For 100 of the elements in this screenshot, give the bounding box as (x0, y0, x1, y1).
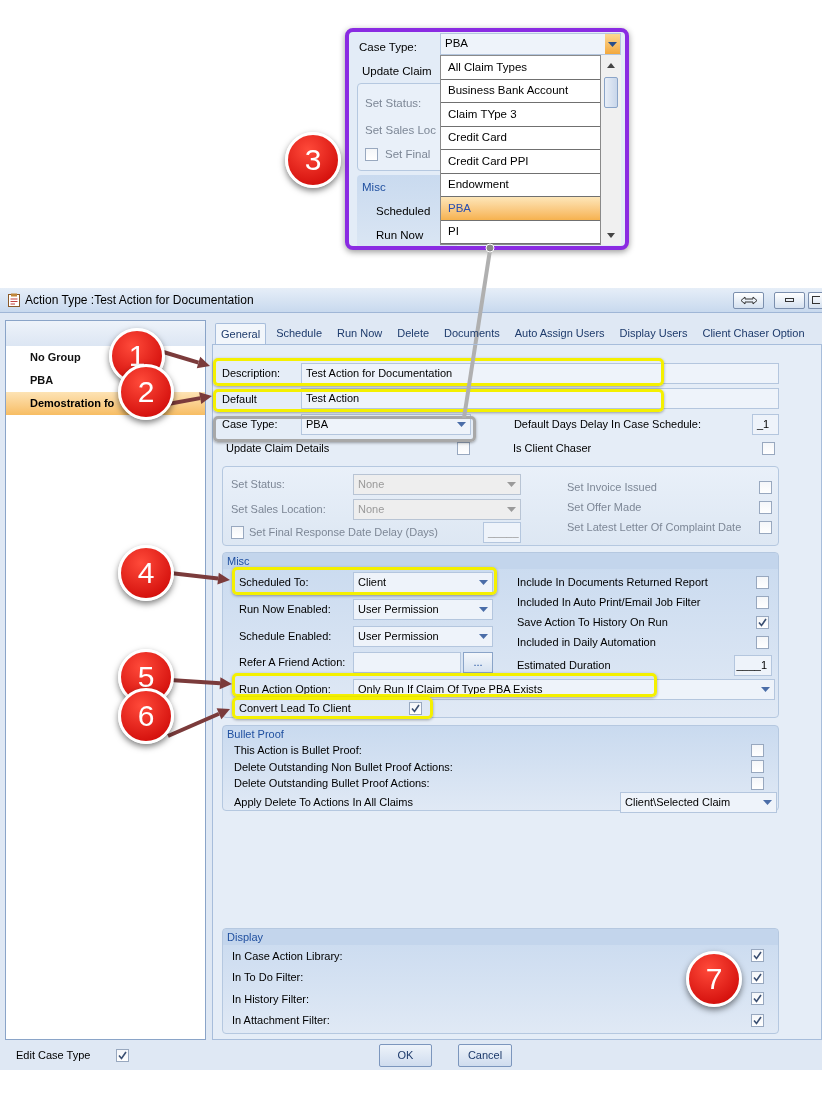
field-label: Run Now (376, 228, 424, 243)
dropdown-arrow-button[interactable] (605, 34, 620, 54)
group-title: Display (227, 929, 264, 945)
browse-button[interactable]: ... (463, 652, 493, 673)
field-label: Save Action To History On Run (517, 614, 669, 630)
field-label: Description: (222, 366, 282, 382)
check-icon (758, 617, 767, 627)
ok-button[interactable]: OK (379, 1043, 432, 1067)
text-field[interactable]: Test Action (301, 388, 779, 409)
tab[interactable]: Documents (439, 323, 505, 344)
checkbox[interactable] (751, 949, 764, 963)
scrollbar[interactable] (601, 55, 621, 245)
group-title: Misc (362, 180, 386, 195)
checkbox[interactable] (756, 595, 769, 609)
field-label: Estimated Duration (517, 658, 612, 674)
check-icon (118, 1050, 127, 1060)
caret-icon (457, 422, 466, 427)
checkbox[interactable] (751, 760, 764, 774)
field-label: Run Now Enabled: (239, 602, 332, 618)
group-list-item[interactable]: No Group (30, 349, 81, 366)
checkbox[interactable] (365, 148, 378, 161)
field-label: In History Filter: (232, 991, 309, 1007)
dropdown[interactable]: Client\Selected Claim (620, 791, 777, 813)
dropdown-option[interactable]: Business Bank Account (441, 79, 600, 103)
checkbox[interactable] (756, 575, 769, 589)
field-label: Include In Documents Returned Report (517, 574, 709, 590)
field-label: Convert Lead To Client (239, 701, 351, 717)
caret-icon (507, 506, 516, 512)
double-arrow-icon (739, 295, 758, 305)
field-label: Set Invoice Issued (567, 479, 658, 495)
checkbox[interactable] (756, 615, 769, 629)
scroll-up-icon (607, 63, 615, 68)
field-label: In Case Action Library: (232, 948, 343, 964)
text-field[interactable]: Test Action for Documentation (301, 363, 779, 384)
field-label: Set Sales Loc (365, 123, 436, 138)
tab[interactable]: Auto Assign Users (509, 323, 610, 344)
checkbox[interactable] (756, 635, 769, 649)
field-label: Update Claim Details (225, 440, 331, 456)
text-field[interactable] (353, 652, 461, 673)
dropdown-option[interactable]: PBA (441, 197, 600, 221)
group-list-item[interactable]: PBA (30, 372, 54, 389)
dropdown-option[interactable]: All Claim Types (441, 56, 600, 80)
group-list-item[interactable]: Demostration fo (30, 395, 115, 412)
tab[interactable]: Delete (392, 323, 435, 344)
dropdown[interactable]: User Permission (353, 626, 493, 647)
checkbox[interactable] (751, 970, 764, 984)
cancel-button[interactable]: Cancel (458, 1043, 512, 1067)
field-label: Included in Daily Automation (517, 634, 657, 650)
text-field[interactable]: ____1 (734, 655, 772, 676)
check-icon (753, 972, 762, 982)
window-title: Action Type :Test Action for Documentation (25, 292, 254, 309)
field-label: Update Claim (362, 64, 432, 79)
dropdown-option[interactable]: Claim TYpe 3 (441, 103, 600, 127)
clipboard-icon (8, 293, 20, 307)
dropdown-option[interactable]: Credit Card PPI (441, 150, 600, 174)
dropdown[interactable]: User Permission (353, 599, 493, 620)
field-label: Is Client Chaser (513, 440, 592, 456)
check-icon (753, 951, 762, 961)
dropdown-option[interactable]: PI (441, 220, 600, 244)
field-label: Delete Outstanding Bullet Proof Actions: (234, 776, 431, 791)
group-title: Misc (227, 553, 250, 569)
scrollbar-thumb[interactable] (604, 77, 618, 108)
checkbox[interactable] (762, 441, 775, 455)
field-label: Refer A Friend Action: (239, 655, 347, 671)
dropdown[interactable]: PBA (440, 33, 621, 55)
field-label: Default (222, 393, 257, 405)
checkbox[interactable] (116, 1048, 129, 1062)
text-field[interactable]: _1 (752, 414, 779, 435)
checkbox[interactable] (751, 992, 764, 1006)
caret-icon (608, 41, 617, 47)
resize-button[interactable] (733, 291, 764, 309)
check-icon (753, 994, 762, 1004)
tab[interactable]: Display Users (614, 323, 693, 344)
tab[interactable]: Client Chaser Option (697, 323, 810, 344)
maximize-button[interactable] (808, 291, 822, 309)
field-label: Delete Outstanding Non Bullet Proof Actions: (234, 759, 454, 775)
tab[interactable]: Schedule (271, 323, 327, 344)
caret-icon (479, 580, 488, 585)
field-label: Case Type: (222, 417, 279, 433)
field-label: Set Final Response Date Delay (Days) (249, 524, 438, 540)
checkbox[interactable] (408, 702, 422, 716)
field-label: Case Type: (359, 40, 417, 55)
field-label: Schedule Enabled: (239, 629, 333, 645)
tab[interactable]: General (215, 323, 267, 344)
field-label: Set Status: (365, 96, 422, 111)
field-label: Set Offer Made (567, 499, 643, 515)
field-label: Set Sales Location: (231, 501, 327, 517)
minimize-button[interactable] (774, 291, 805, 309)
checkbox[interactable] (751, 743, 764, 757)
field-label: Included In Auto Print/Email Job Filter (517, 594, 702, 610)
dropdown[interactable]: Client (353, 572, 493, 593)
group-title: Bullet Proof (227, 726, 284, 742)
checkbox[interactable] (751, 1013, 764, 1027)
check-icon (410, 704, 420, 714)
field-label: Set Final (385, 147, 431, 162)
checkbox[interactable] (751, 776, 764, 790)
step-number: 3 (285, 132, 341, 188)
dropdown-option[interactable]: Credit Card (441, 126, 600, 150)
tab[interactable]: Run Now (332, 323, 388, 344)
caret-icon (479, 634, 488, 639)
